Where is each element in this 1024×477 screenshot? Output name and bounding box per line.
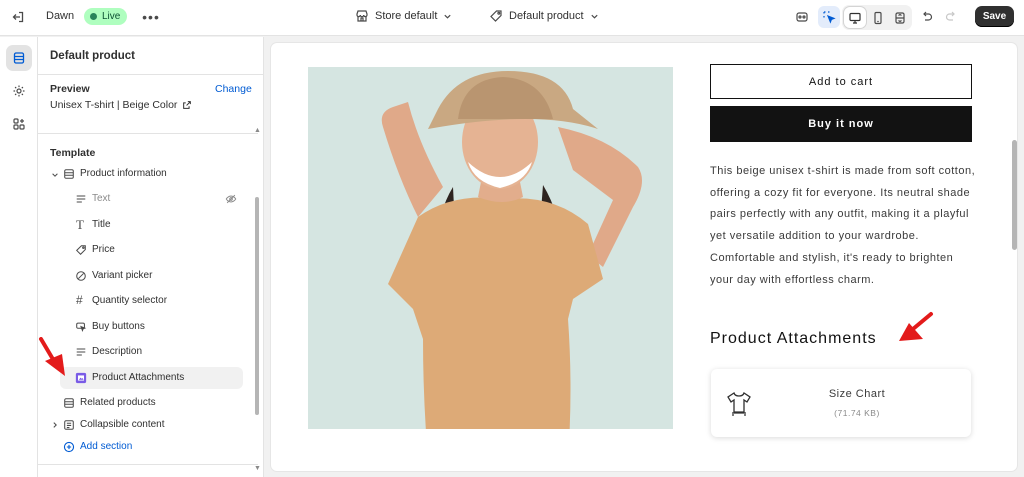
variant-icon bbox=[76, 271, 86, 281]
store-select-label: Store default bbox=[375, 10, 438, 22]
block-label: Buy buttons bbox=[92, 321, 145, 332]
price-tag-icon bbox=[75, 245, 86, 256]
store-name: Dawn bbox=[46, 10, 75, 22]
product-attachments-heading: Product Attachments bbox=[710, 330, 877, 347]
plus-circle-icon bbox=[63, 441, 75, 453]
product-select-label: Default product bbox=[509, 10, 584, 22]
title-T-icon: T bbox=[76, 217, 84, 232]
redo-icon[interactable] bbox=[940, 6, 962, 28]
cursor-click-icon bbox=[76, 322, 87, 332]
undo-icon[interactable] bbox=[916, 6, 938, 28]
panel-scrollbar[interactable] bbox=[255, 197, 259, 415]
attachment-card[interactable]: Size Chart (71.74 KB) bbox=[711, 369, 971, 437]
section-label: Collapsible content bbox=[80, 419, 165, 430]
add-to-cart-button[interactable]: Add to cart bbox=[710, 64, 972, 99]
tag-icon bbox=[490, 10, 502, 22]
save-button[interactable]: Save bbox=[975, 6, 1014, 27]
top-bar: Dawn Live ••• Store default Default prod… bbox=[0, 0, 1024, 36]
scroll-down-arrow-icon[interactable]: ▼ bbox=[254, 465, 261, 472]
apps-icon[interactable] bbox=[8, 113, 30, 135]
live-dot-icon bbox=[90, 13, 97, 20]
block-label: Title bbox=[92, 219, 111, 230]
live-badge-label: Live bbox=[102, 11, 121, 22]
section-label: Product information bbox=[80, 168, 167, 179]
divider bbox=[38, 133, 258, 134]
live-badge: Live bbox=[84, 8, 128, 25]
text-lines-icon bbox=[76, 348, 86, 356]
product-image[interactable] bbox=[308, 67, 673, 429]
template-label: Template bbox=[50, 147, 96, 159]
section-product-information[interactable]: Product information bbox=[38, 163, 258, 185]
attachment-name: Size Chart bbox=[828, 388, 886, 400]
block-label: Description bbox=[92, 346, 143, 357]
add-section-label: Add section bbox=[80, 441, 133, 452]
section-icon bbox=[64, 169, 74, 179]
block-label: Product Attachments bbox=[92, 372, 185, 383]
editor-rail bbox=[0, 37, 38, 477]
store-icon bbox=[356, 10, 368, 22]
viewport-toggle-group bbox=[842, 5, 912, 30]
block-label: Text bbox=[92, 193, 111, 204]
select-element-icon[interactable] bbox=[818, 6, 840, 28]
add-section-button[interactable]: Add section bbox=[38, 436, 258, 458]
chevron-down-icon bbox=[52, 173, 58, 177]
block-label: Variant picker bbox=[92, 270, 153, 281]
model-photo-illustration bbox=[308, 67, 673, 429]
product-select[interactable]: Default product bbox=[489, 9, 599, 23]
block-text[interactable]: Text bbox=[38, 188, 258, 210]
eye-hidden-icon[interactable] bbox=[225, 193, 237, 205]
section-related-products[interactable]: Related products bbox=[38, 392, 258, 414]
block-buy-buttons[interactable]: Buy buttons bbox=[38, 316, 258, 338]
annotation-arrow-icon bbox=[39, 337, 65, 376]
preview-label: Preview bbox=[50, 83, 90, 95]
divider bbox=[38, 464, 258, 465]
section-icon bbox=[64, 398, 74, 408]
block-label: Price bbox=[92, 244, 115, 255]
full-width-icon[interactable] bbox=[889, 7, 911, 28]
block-label: Quantity selector bbox=[92, 295, 168, 306]
collapsible-icon bbox=[64, 420, 74, 430]
external-link-icon bbox=[183, 101, 192, 109]
block-product-attachments[interactable]: Product Attachments bbox=[60, 367, 243, 389]
annotation-arrow-icon bbox=[899, 312, 933, 341]
chevron-right-icon bbox=[53, 422, 57, 428]
preview-product-name: Unisex T-shirt | Beige Color bbox=[50, 99, 178, 111]
text-lines-icon bbox=[76, 195, 86, 203]
section-collapsible-content[interactable]: Collapsible content bbox=[38, 414, 258, 436]
buy-it-now-button[interactable]: Buy it now bbox=[710, 106, 972, 142]
more-actions-icon[interactable]: ••• bbox=[140, 6, 162, 28]
sections-panel: Default product Preview Change Unisex T-… bbox=[38, 37, 264, 477]
block-quantity-selector[interactable]: # Quantity selector bbox=[38, 290, 258, 312]
block-variant-picker[interactable]: Variant picker bbox=[38, 265, 258, 287]
sections-icon[interactable] bbox=[6, 45, 32, 71]
hash-icon: # bbox=[76, 293, 83, 307]
store-select[interactable]: Store default bbox=[355, 9, 452, 23]
chevron-down-icon bbox=[444, 14, 451, 19]
attachment-size: (71.74 KB) bbox=[834, 408, 880, 418]
settings-gear-icon[interactable] bbox=[8, 80, 30, 102]
storefront-preview: Add to cart Buy it now This beige unisex… bbox=[271, 43, 1017, 471]
section-label: Related products bbox=[80, 397, 156, 408]
app-block-icon bbox=[75, 372, 87, 384]
mobile-view-icon[interactable] bbox=[867, 7, 889, 28]
chevron-down-icon bbox=[590, 14, 598, 19]
preview-product-link[interactable]: Unisex T-shirt | Beige Color bbox=[50, 99, 192, 111]
block-description[interactable]: Description bbox=[38, 341, 258, 363]
panel-title: Default product bbox=[50, 50, 135, 62]
block-title[interactable]: T Title bbox=[38, 214, 258, 236]
product-description: This beige unisex t-shirt is made from s… bbox=[710, 165, 976, 286]
block-price[interactable]: Price bbox=[38, 239, 258, 261]
change-preview-link[interactable]: Change bbox=[215, 83, 252, 95]
exit-icon[interactable] bbox=[7, 6, 29, 28]
divider bbox=[38, 74, 263, 75]
scroll-up-arrow-icon[interactable]: ▲ bbox=[254, 127, 261, 134]
desktop-view-icon[interactable] bbox=[844, 7, 866, 28]
inspector-icon[interactable] bbox=[791, 6, 813, 28]
preview-scrollbar[interactable] bbox=[1012, 140, 1017, 250]
